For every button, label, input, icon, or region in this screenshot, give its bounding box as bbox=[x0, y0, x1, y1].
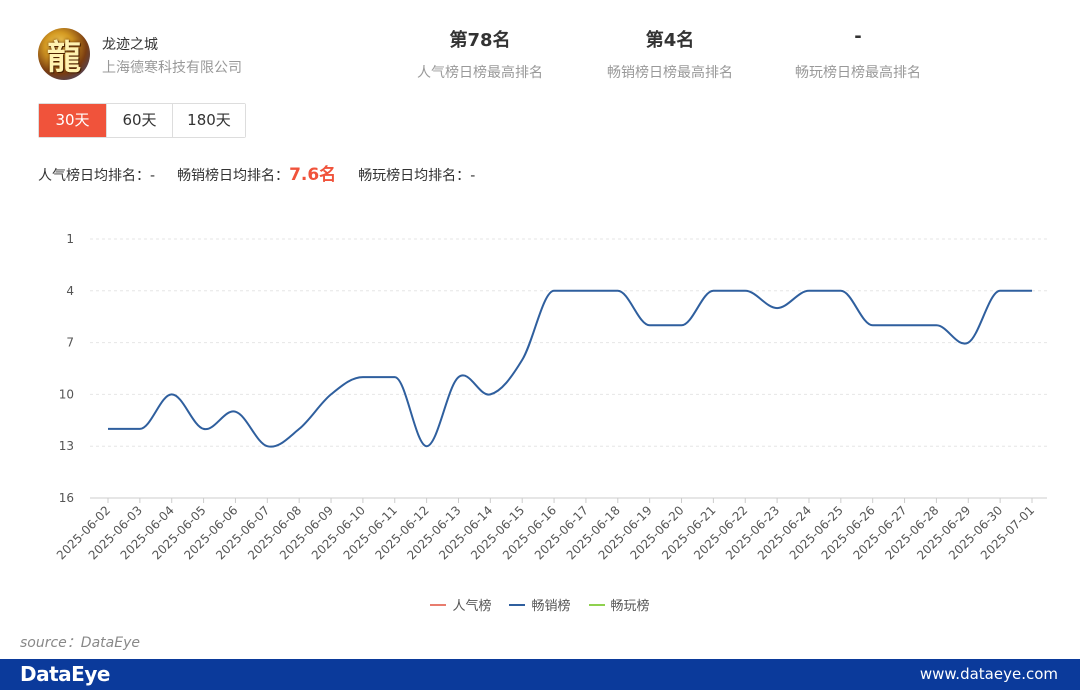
app-header: 龍 龙迹之城 上海德寒科技有限公司 第78名 人气榜日榜最高排名 第4名 畅销榜… bbox=[0, 0, 1080, 95]
popularity-avg-label: 人气榜日均排名： bbox=[38, 168, 150, 184]
legend-label: 人气榜 bbox=[452, 599, 492, 614]
stat-label: 畅玩榜日榜最高排名 bbox=[795, 65, 921, 81]
legend-swatch-play bbox=[588, 603, 605, 606]
stat-rank: - bbox=[854, 26, 862, 47]
y-tick-label: 13 bbox=[59, 439, 74, 453]
sales-avg-label: 畅销榜日均排名： bbox=[177, 168, 290, 184]
stat-play-best: - 畅玩榜日榜最高排名 bbox=[758, 26, 958, 82]
dragon-character-icon: 龍 bbox=[47, 37, 81, 78]
rank-line-chart[interactable]: 1 4 7 10 13 16 2025-06-022025-06-032025-06-04… bbox=[0, 220, 1080, 590]
chart-legend: 人气榜 畅销榜 畅玩榜 bbox=[0, 595, 1080, 614]
play-avg-label: 畅玩榜日均排名： bbox=[358, 168, 471, 184]
app-company: 上海德寒科技有限公司 bbox=[102, 60, 242, 76]
app-name[interactable]: 龙迹之城 bbox=[102, 34, 158, 54]
app-icon: 龍 bbox=[38, 28, 90, 80]
y-tick-label: 10 bbox=[59, 387, 74, 401]
stat-rank: 第78名 bbox=[449, 30, 511, 51]
y-tick-label: 1 bbox=[66, 232, 74, 246]
stat-rank: 第4名 bbox=[645, 30, 695, 51]
legend-item-popularity[interactable]: 人气榜 bbox=[430, 595, 491, 614]
legend-swatch-popularity bbox=[430, 603, 447, 606]
footer-url[interactable]: www.dataeye.com bbox=[920, 665, 1058, 683]
stat-label: 畅销榜日榜最高排名 bbox=[607, 65, 733, 81]
series-lines bbox=[107, 289, 1032, 448]
stat-label: 人气榜日榜最高排名 bbox=[417, 65, 543, 81]
y-tick-label: 4 bbox=[66, 284, 74, 298]
series-line-sales[interactable] bbox=[107, 289, 1032, 448]
x-tick-labels: 2025-06-022025-06-032025-06-042025-06-05… bbox=[54, 503, 1037, 562]
average-rank-summary: 人气榜日均排名： - 畅销榜日均排名： 7.6名 畅玩榜日均排名： - bbox=[38, 160, 475, 185]
legend-swatch-sales bbox=[509, 603, 526, 606]
play-avg-value: - bbox=[470, 168, 476, 184]
legend-item-play[interactable]: 畅玩榜 bbox=[588, 595, 650, 614]
legend-label: 畅销榜 bbox=[531, 599, 571, 614]
tab-60-days[interactable]: 60天 bbox=[106, 104, 172, 137]
grid-lines bbox=[90, 238, 1047, 447]
footer-bar: DataEye www.dataeye.com bbox=[0, 659, 1080, 690]
y-tick-label: 16 bbox=[59, 491, 74, 505]
x-axis bbox=[90, 497, 1047, 503]
y-tick-labels: 1 4 7 10 13 16 bbox=[59, 232, 74, 505]
tab-180-days[interactable]: 180天 bbox=[172, 104, 245, 137]
tab-30-days[interactable]: 30天 bbox=[39, 104, 106, 137]
stat-popularity-best: 第78名 人气榜日榜最高排名 bbox=[380, 26, 580, 82]
y-tick-label: 7 bbox=[66, 336, 74, 350]
legend-item-sales[interactable]: 畅销榜 bbox=[509, 595, 571, 614]
stat-sales-best: 第4名 畅销榜日榜最高排名 bbox=[570, 26, 770, 82]
brand-logo: DataEye bbox=[20, 662, 110, 686]
period-tabs: 30天 60天 180天 bbox=[38, 103, 246, 138]
legend-label: 畅玩榜 bbox=[610, 599, 650, 614]
popularity-avg-value: - bbox=[150, 168, 156, 184]
sales-avg-value: 7.6名 bbox=[289, 165, 337, 185]
source-note: source：DataEye bbox=[20, 635, 140, 651]
